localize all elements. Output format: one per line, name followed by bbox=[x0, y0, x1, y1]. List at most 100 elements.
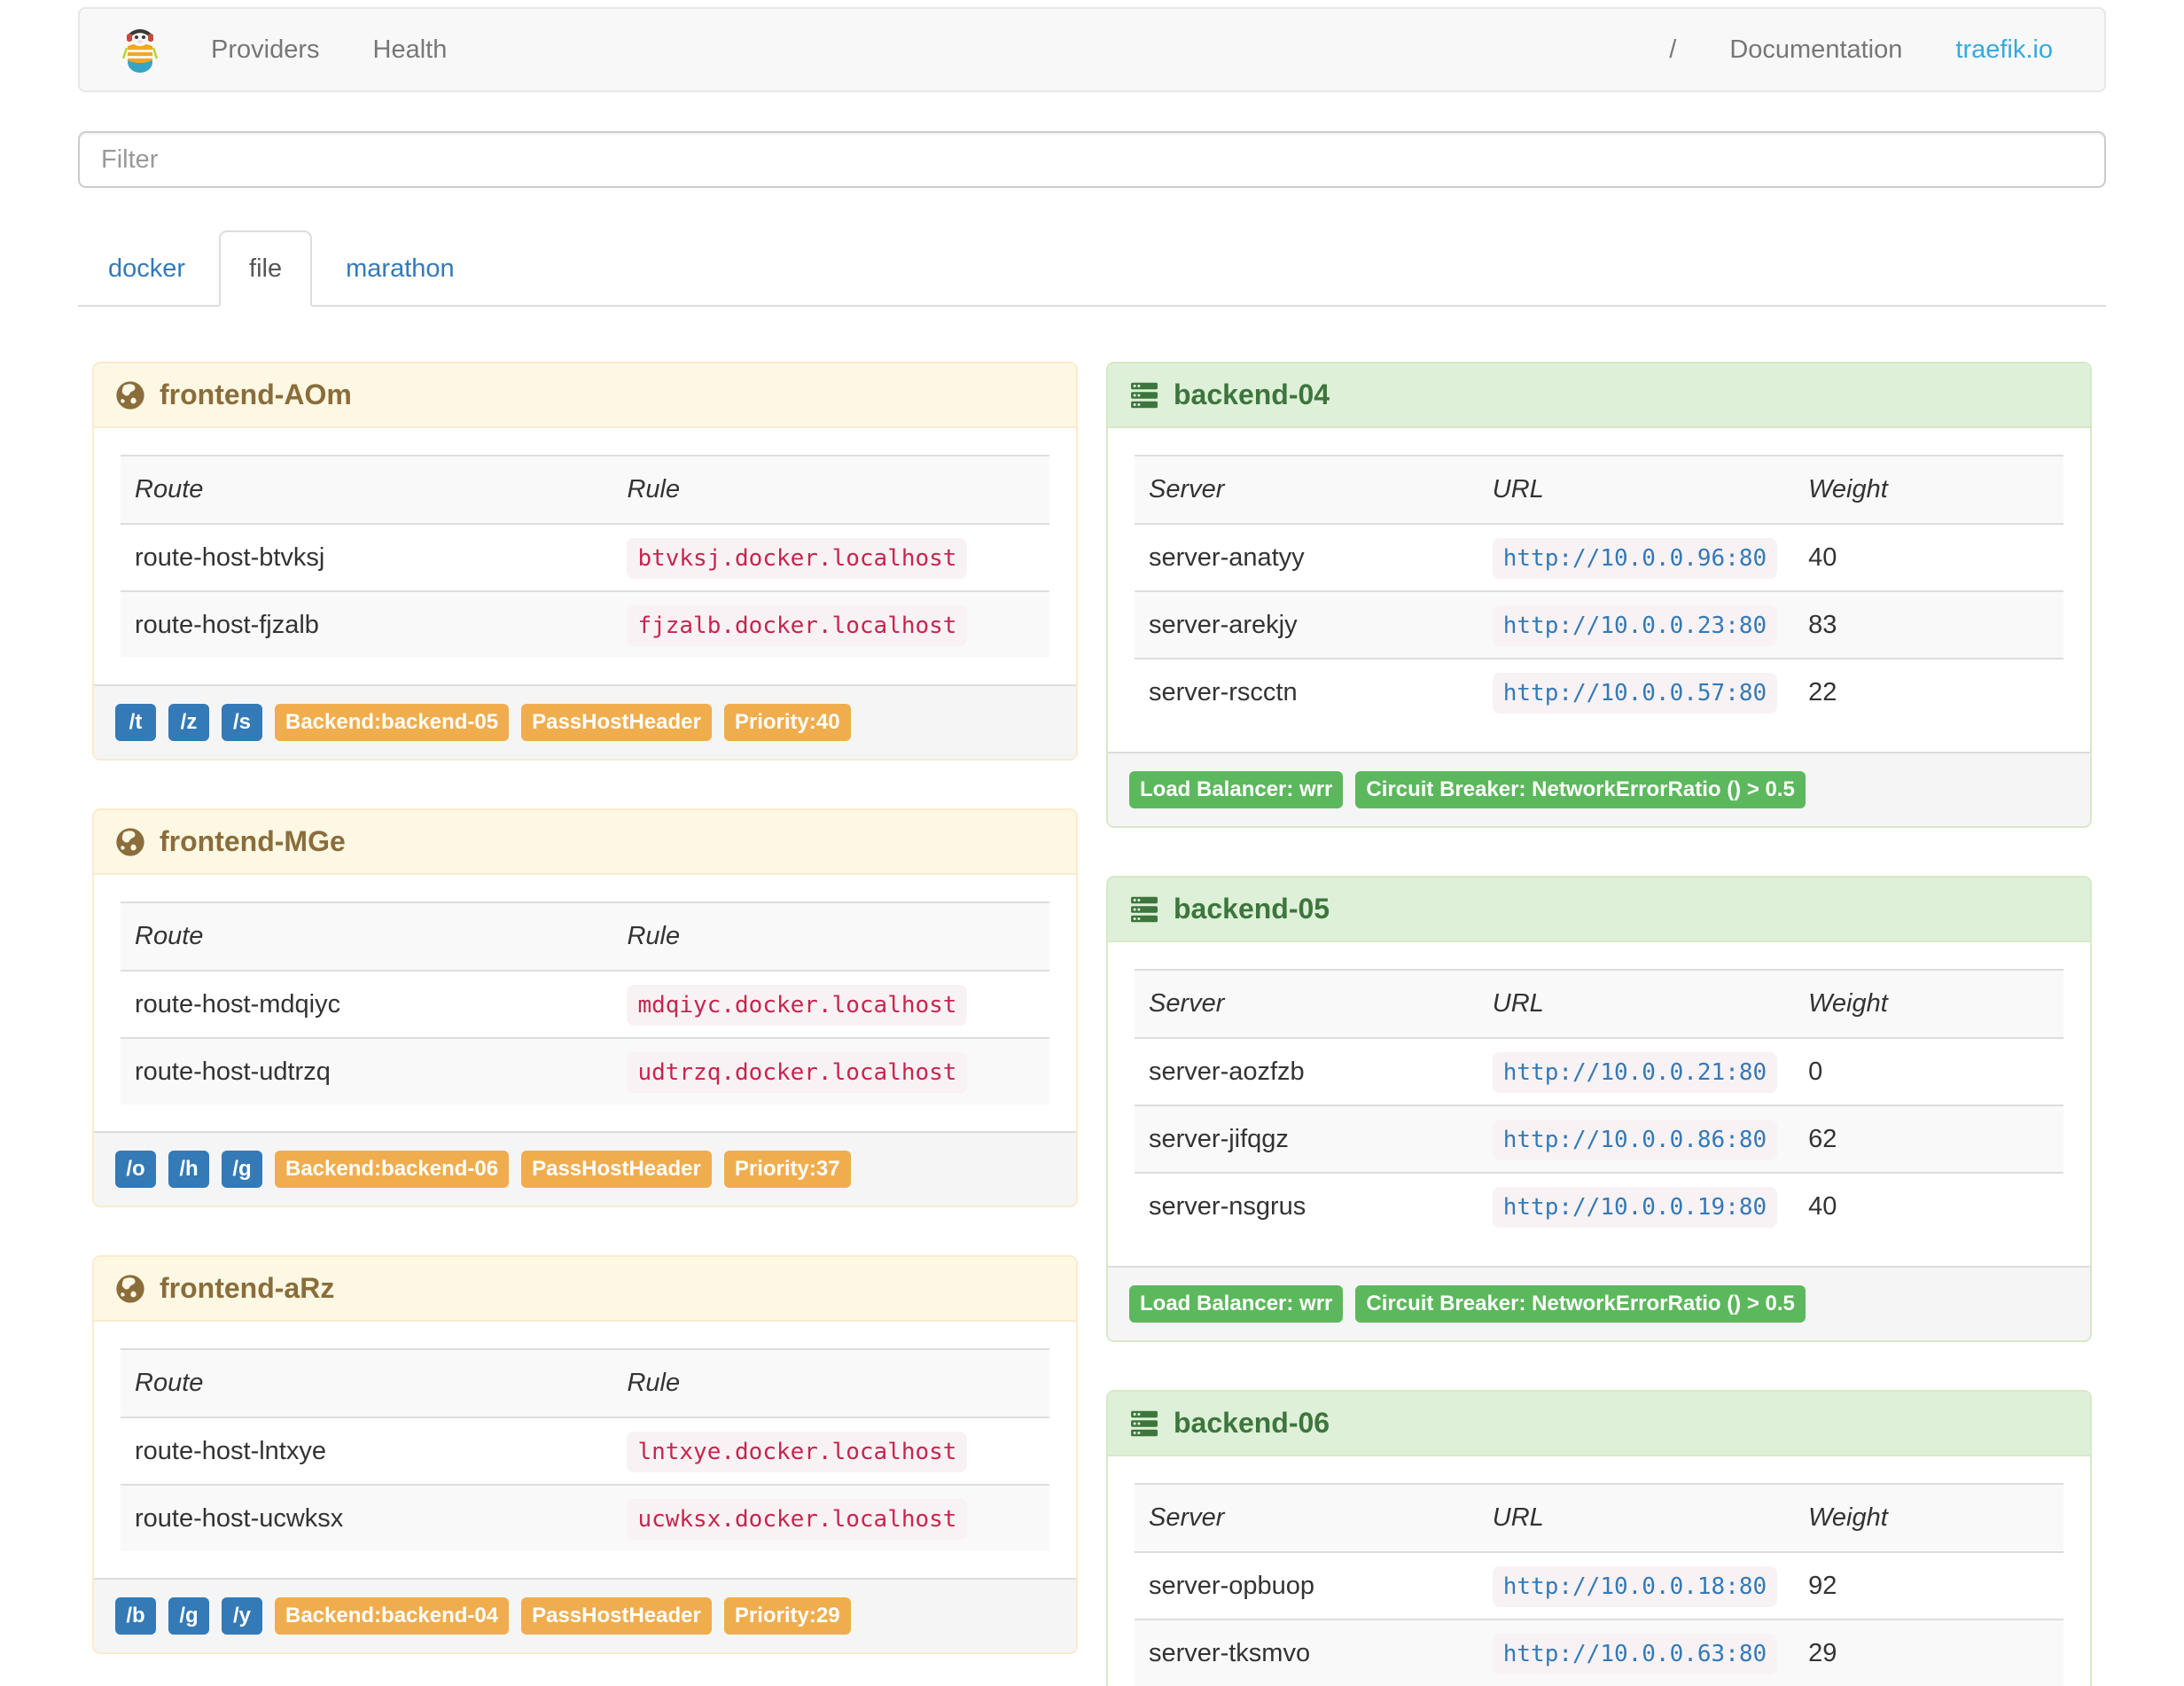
backend-ref-badge: Backend:backend-04 bbox=[275, 1597, 510, 1635]
table-row: server-arekjy http://10.0.0.23:80 83 bbox=[1135, 590, 2063, 659]
frontend-card: frontend-AOm Route Rule route-host-btvks… bbox=[92, 362, 1078, 761]
passhostheader-badge: PassHostHeader bbox=[521, 1597, 712, 1635]
table-row: server-tksmvo http://10.0.0.63:80 29 bbox=[1135, 1619, 2063, 1686]
frontend-card-body: Route Rule route-host-btvksj btvksj.dock… bbox=[94, 428, 1076, 684]
server-cell: server-tksmvo bbox=[1135, 1619, 1478, 1686]
backend-card-title: backend-06 bbox=[1174, 1407, 1330, 1439]
table-row: server-anatyy http://10.0.0.96:80 40 bbox=[1135, 524, 2063, 591]
rule-code: lntxye.docker.localhost bbox=[627, 1432, 968, 1472]
circuit-breaker-badge: Circuit Breaker: NetworkErrorRatio () > … bbox=[1355, 771, 1806, 808]
server-cell: server-jifqgz bbox=[1135, 1104, 1478, 1173]
frontend-card-body: Route Rule route-host-mdqiyc mdqiyc.dock… bbox=[94, 875, 1076, 1131]
column-header-url: URL bbox=[1478, 969, 1795, 1039]
url-code[interactable]: http://10.0.0.21:80 bbox=[1492, 1052, 1778, 1093]
circuit-breaker-badge: Circuit Breaker: NetworkErrorRatio () > … bbox=[1355, 1285, 1806, 1323]
tab-marathon[interactable]: marathon bbox=[316, 230, 485, 307]
url-code[interactable]: http://10.0.0.86:80 bbox=[1492, 1120, 1778, 1160]
url-code[interactable]: http://10.0.0.96:80 bbox=[1492, 538, 1778, 579]
rule-code: ucwksx.docker.localhost bbox=[627, 1499, 968, 1540]
priority-badge: Priority:29 bbox=[723, 1597, 851, 1635]
backend-card-body: Server URL Weight server-anatyy http://1… bbox=[1108, 428, 2090, 752]
path-badge: /y bbox=[222, 1597, 262, 1635]
table-row: server-opbuop http://10.0.0.18:80 92 bbox=[1135, 1552, 2063, 1620]
frontend-card-title: frontend-MGe bbox=[160, 825, 346, 857]
frontend-card-header: frontend-aRz bbox=[94, 1257, 1076, 1322]
filter-container bbox=[78, 131, 2106, 188]
server-cell: server-aozfzb bbox=[1149, 1058, 1305, 1086]
backend-card-body: Server URL Weight server-aozfzb http://1… bbox=[1108, 942, 2090, 1266]
frontend-card-title: frontend-aRz bbox=[160, 1272, 335, 1304]
column-header-server: Server bbox=[1135, 455, 1478, 525]
column-header-weight: Weight bbox=[1794, 1483, 2063, 1553]
page: Providers Health / Documentation traefik… bbox=[0, 0, 2184, 1686]
column-header-url: URL bbox=[1478, 1483, 1795, 1553]
priority-badge: Priority:40 bbox=[723, 704, 851, 741]
frontend-card-header: frontend-AOm bbox=[94, 363, 1076, 428]
server-cell: server-opbuop bbox=[1149, 1572, 1314, 1600]
provider-tabs: docker file marathon bbox=[78, 230, 2106, 307]
server-cell: server-nsgrus bbox=[1135, 1172, 1478, 1239]
path-badge: /g bbox=[168, 1597, 209, 1635]
passhostheader-badge: PassHostHeader bbox=[521, 704, 712, 741]
route-cell: route-host-mdqiyc bbox=[135, 990, 341, 1019]
filter-input[interactable] bbox=[78, 131, 2106, 188]
tab-file[interactable]: file bbox=[219, 230, 313, 307]
table-row: route-host-mdqiyc mdqiyc.docker.localhos… bbox=[121, 971, 1049, 1038]
nav-link-documentation[interactable]: Documentation bbox=[1703, 35, 1929, 65]
route-cell: route-host-ucwksx bbox=[121, 1484, 613, 1551]
backend-ref-badge: Backend:backend-05 bbox=[275, 704, 510, 741]
path-badge: /g bbox=[222, 1151, 262, 1188]
column-header-rule: Rule bbox=[612, 902, 1049, 972]
frontend-card-footer: /t /z /s Backend:backend-05 PassHostHead… bbox=[94, 684, 1076, 759]
table-row: server-nsgrus http://10.0.0.19:80 40 bbox=[1135, 1172, 2063, 1239]
nav-link-providers[interactable]: Providers bbox=[184, 35, 347, 65]
table-row: route-host-fjzalb fjzalb.docker.localhos… bbox=[121, 590, 1049, 658]
table-row: route-host-udtrzq udtrzq.docker.localhos… bbox=[121, 1037, 1049, 1104]
backend-card-footer: Load Balancer: wrr Circuit Breaker: Netw… bbox=[1108, 752, 2090, 826]
navbar: Providers Health / Documentation traefik… bbox=[78, 7, 2106, 92]
weight-cell: 40 bbox=[1794, 1172, 2063, 1239]
weight-cell: 62 bbox=[1794, 1104, 2063, 1173]
tab-docker[interactable]: docker bbox=[78, 230, 215, 307]
path-badge: /z bbox=[168, 704, 209, 741]
frontends-column: frontend-AOm Route Rule route-host-btvks… bbox=[78, 362, 1092, 1686]
frontend-card: frontend-aRz Route Rule route-host-lntxy… bbox=[92, 1255, 1078, 1654]
route-cell: route-host-btvksj bbox=[135, 543, 325, 572]
table-row: server-aozfzb http://10.0.0.21:80 0 bbox=[1135, 1038, 2063, 1105]
frontend-card-footer: /o /h /g Backend:backend-06 PassHostHead… bbox=[94, 1131, 1076, 1206]
table-row: route-host-btvksj btvksj.docker.localhos… bbox=[121, 524, 1049, 591]
path-badge: /o bbox=[115, 1151, 156, 1188]
backend-card-header: backend-05 bbox=[1108, 878, 2090, 942]
nav-link-health[interactable]: Health bbox=[347, 35, 474, 65]
url-code[interactable]: http://10.0.0.23:80 bbox=[1492, 605, 1778, 646]
column-header-rule: Rule bbox=[612, 455, 1049, 525]
rule-code: udtrzq.docker.localhost bbox=[627, 1052, 968, 1093]
backend-card: backend-04 Server URL Weight server-anat… bbox=[1106, 362, 2092, 828]
backend-card-title: backend-04 bbox=[1174, 379, 1330, 410]
priority-badge: Priority:37 bbox=[723, 1151, 851, 1188]
table-row: server-jifqgz http://10.0.0.86:80 62 bbox=[1135, 1104, 2063, 1173]
column-header-url: URL bbox=[1478, 455, 1795, 525]
path-badge: /b bbox=[115, 1597, 156, 1635]
url-code[interactable]: http://10.0.0.19:80 bbox=[1492, 1187, 1778, 1228]
backend-card: backend-06 Server URL Weight server-opbu… bbox=[1106, 1390, 2092, 1686]
route-cell: route-host-fjzalb bbox=[121, 590, 613, 658]
globe-icon bbox=[116, 827, 144, 856]
backend-card-header: backend-04 bbox=[1108, 363, 2090, 428]
frontend-card-footer: /b /g /y Backend:backend-04 PassHostHead… bbox=[94, 1578, 1076, 1652]
backend-card-header: backend-06 bbox=[1108, 1392, 2090, 1456]
cards-row: frontend-AOm Route Rule route-host-btvks… bbox=[78, 362, 2106, 1686]
server-cell: server-rscctn bbox=[1135, 658, 1478, 725]
column-header-server: Server bbox=[1135, 1483, 1478, 1553]
url-code[interactable]: http://10.0.0.18:80 bbox=[1492, 1566, 1778, 1607]
url-code[interactable]: http://10.0.0.57:80 bbox=[1492, 673, 1778, 714]
frontend-card-header: frontend-MGe bbox=[94, 810, 1076, 875]
column-header-server: Server bbox=[1135, 969, 1478, 1039]
nav-link-traefik-io[interactable]: traefik.io bbox=[1929, 35, 2079, 65]
weight-cell: 92 bbox=[1808, 1572, 1837, 1600]
servers-icon bbox=[1131, 1410, 1158, 1436]
backends-column: backend-04 Server URL Weight server-anat… bbox=[1092, 362, 2106, 1686]
traefik-logo[interactable] bbox=[121, 25, 160, 74]
url-code[interactable]: http://10.0.0.63:80 bbox=[1492, 1634, 1778, 1674]
weight-cell: 29 bbox=[1794, 1619, 2063, 1686]
